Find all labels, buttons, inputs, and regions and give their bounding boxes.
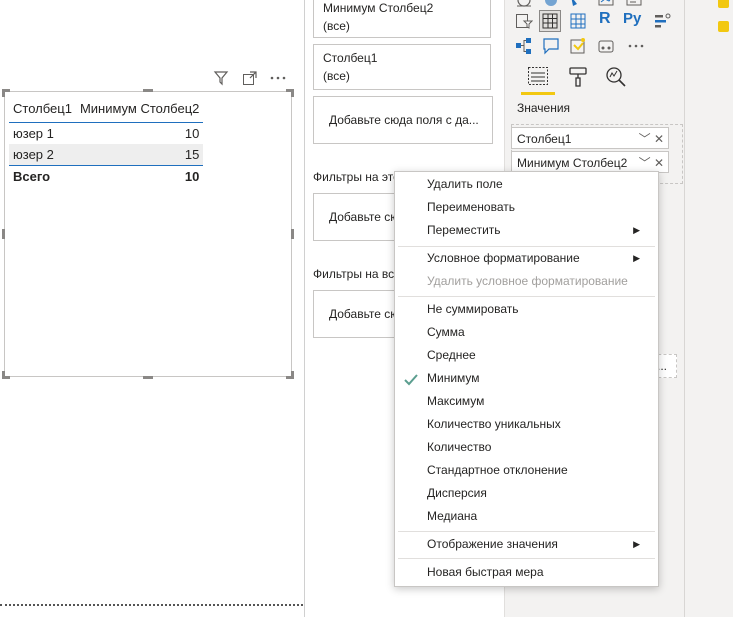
values-well-label: Значения <box>517 101 571 115</box>
menu-separator <box>398 531 655 532</box>
table-visual-icon[interactable] <box>539 10 561 32</box>
chevron-right-icon: ▶ <box>633 225 640 235</box>
menu-item-rename[interactable]: Переименовать <box>427 196 658 219</box>
matrix-table: Столбец1 Минимум Столбец2 юзер 1 10 юзер… <box>9 96 204 188</box>
page-boundary <box>0 604 303 606</box>
active-tab-underline <box>521 92 555 95</box>
field-context-menu: Удалить поле Переименовать Переместить ▶… <box>394 171 659 587</box>
filter-card-title: Столбец1 <box>323 51 378 65</box>
filter-card-title: Минимум Столбец2 <box>323 1 434 15</box>
all-pages-filters-heading: Фильтры на вс <box>313 267 395 281</box>
more-visuals-icon[interactable] <box>627 37 645 55</box>
menu-item-average[interactable]: Среднее <box>427 344 658 367</box>
checkmark-icon <box>403 372 419 388</box>
table-row: юзер 2 15 <box>9 144 204 166</box>
add-filter-drop-zone[interactable]: Добавьте сюда поля с да... <box>313 96 493 144</box>
report-canvas: Столбец1 Минимум Столбец2 юзер 1 10 юзер… <box>0 0 303 617</box>
menu-item-variance[interactable]: Дисперсия <box>427 482 658 505</box>
menu-item-conditional-formatting[interactable]: Условное форматирование ▶ <box>427 247 658 270</box>
analytics-tab-icon[interactable] <box>605 66 627 88</box>
menu-separator <box>398 296 655 297</box>
field-pill-min-stolbec2[interactable]: Минимум Столбец2 ﹀ ✕ <box>511 151 669 173</box>
menu-item-move[interactable]: Переместить ▶ <box>427 219 658 242</box>
format-tab-icon[interactable] <box>567 66 589 88</box>
field-pill-stolbec1[interactable]: Столбец1 ﹀ ✕ <box>511 127 669 149</box>
column-header[interactable]: Столбец1 <box>9 96 76 123</box>
cell-value: 10 <box>75 122 204 144</box>
visual-header <box>213 70 293 86</box>
shape-map-visual-icon[interactable] <box>569 0 587 12</box>
chevron-down-icon[interactable]: ﹀ <box>639 156 651 170</box>
total-row: Всего 10 <box>9 166 203 188</box>
close-icon[interactable]: ✕ <box>654 156 664 170</box>
menu-item-dont-summarize[interactable]: Не суммировать <box>427 298 658 321</box>
fields-pane-strip <box>684 0 733 617</box>
menu-item-distinct-count[interactable]: Количество уникальных <box>427 413 658 436</box>
menu-item-remove-field[interactable]: Удалить поле <box>427 173 658 196</box>
row-label: юзер 1 <box>9 122 76 144</box>
menu-item-label: Условное форматирование <box>427 251 580 265</box>
filter-card[interactable]: Столбец1 (все) <box>313 44 491 90</box>
qa-visual-icon[interactable] <box>542 37 560 55</box>
more-options-icon[interactable] <box>269 70 286 86</box>
paginated-report-visual-icon[interactable] <box>597 37 615 55</box>
chevron-down-icon[interactable]: ﹀ <box>639 132 651 146</box>
page-filters-heading: Фильтры на это <box>313 170 400 184</box>
cell-value: 15 <box>75 144 204 166</box>
python-visual-icon[interactable]: Py <box>623 10 649 28</box>
close-icon[interactable]: ✕ <box>654 132 664 146</box>
fields-tab-icon[interactable] <box>527 66 549 88</box>
focus-mode-icon[interactable] <box>242 70 258 86</box>
menu-item-new-quick-measure[interactable]: Новая быстрая мера <box>427 561 658 584</box>
smart-narrative-visual-icon[interactable] <box>569 37 587 55</box>
menu-item-sum[interactable]: Сумма <box>427 321 658 344</box>
menu-item-minimum[interactable]: Минимум <box>427 367 658 390</box>
menu-item-std-deviation[interactable]: Стандартное отклонение <box>427 459 658 482</box>
menu-item-median[interactable]: Медиана <box>427 505 658 528</box>
total-value: 10 <box>184 169 200 184</box>
menu-item-count[interactable]: Количество <box>427 436 658 459</box>
row-label: юзер 2 <box>9 144 76 166</box>
chevron-right-icon: ▶ <box>633 539 640 549</box>
slicer-visual-icon[interactable] <box>515 12 534 30</box>
checkbox-checked-icon[interactable] <box>718 21 729 32</box>
map-visual-icon[interactable] <box>515 0 533 12</box>
key-influencers-visual-icon[interactable] <box>653 12 671 30</box>
field-pill-label: Столбец1 <box>517 132 572 146</box>
filter-icon[interactable] <box>213 70 229 86</box>
filter-card-state: (все) <box>323 69 350 83</box>
decomposition-tree-visual-icon[interactable] <box>515 37 533 55</box>
menu-item-show-value-as[interactable]: Отображение значения ▶ <box>427 533 658 556</box>
field-pill-label: Минимум Столбец2 <box>517 156 628 170</box>
menu-item-label: Переместить <box>427 223 501 237</box>
table-row: юзер 1 10 <box>9 122 204 144</box>
checkbox-checked-icon[interactable] <box>718 0 729 8</box>
chevron-right-icon: ▶ <box>633 253 640 263</box>
filter-card[interactable]: Минимум Столбец2 (все) <box>313 0 491 38</box>
menu-item-label: Отображение значения <box>427 537 558 551</box>
field-pill-controls: ﹀ ✕ <box>639 128 664 150</box>
column-header[interactable]: Минимум Столбец2 <box>75 96 204 123</box>
matrix-visual-icon[interactable] <box>569 12 587 30</box>
menu-item-maximum[interactable]: Максимум <box>427 390 658 413</box>
total-label: Всего <box>13 169 51 184</box>
menu-separator <box>398 558 655 559</box>
filter-card-state: (все) <box>323 19 350 33</box>
menu-item-remove-conditional-formatting: Удалить условное форматирование <box>427 274 628 288</box>
r-visual-icon[interactable]: R <box>599 10 617 28</box>
